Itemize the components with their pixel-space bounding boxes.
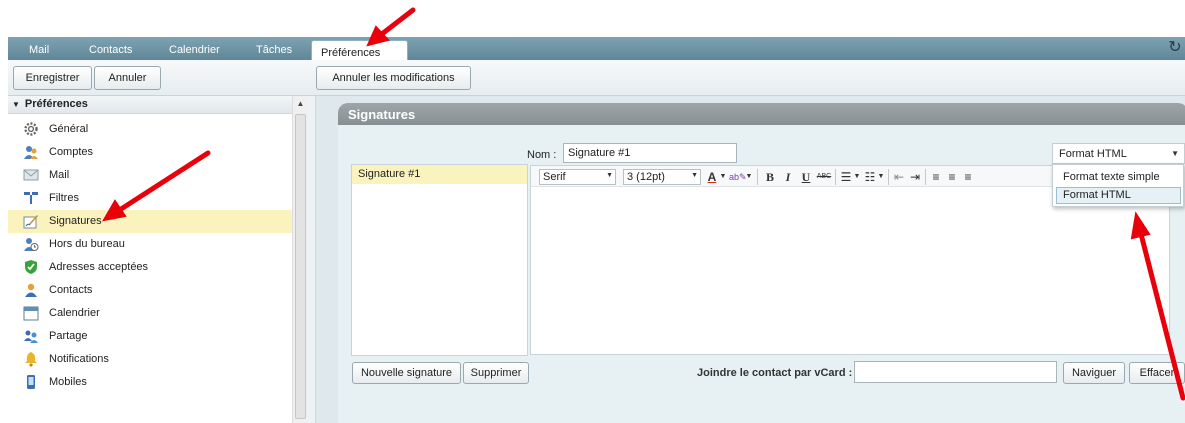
- bell-icon: [25, 352, 37, 367]
- dropdown-arrow-icon: ▼: [1171, 149, 1179, 158]
- signature-icon: [23, 215, 38, 229]
- sidebar-item-mail[interactable]: Mail: [8, 164, 292, 187]
- sidebar-item-label: Partage: [49, 330, 88, 342]
- tab-calendrier[interactable]: Calendrier: [169, 44, 220, 56]
- signature-editor[interactable]: [530, 187, 1170, 355]
- bold-icon[interactable]: B: [763, 169, 777, 185]
- align-right-icon[interactable]: ≡: [961, 169, 975, 185]
- filter-icon: [24, 192, 38, 204]
- sidebar-item-label: Notifications: [49, 353, 109, 365]
- shield-check-icon: [25, 260, 37, 274]
- cancel-button[interactable]: Annuler: [94, 66, 161, 90]
- browse-button[interactable]: Naviguer: [1063, 362, 1125, 384]
- sidebar-header-label: Préférences: [24, 98, 88, 110]
- editor-toolbar: Serif ▼ 3 (12pt) ▼ A ▼ ab✎ ▼ B I U ABC ☰…: [530, 165, 1075, 187]
- sidebar-item-notifications[interactable]: Notifications: [8, 348, 292, 371]
- accounts-icon: [24, 146, 38, 159]
- contact-icon: [25, 283, 37, 297]
- panel-title: Signatures: [338, 103, 1185, 125]
- gear-icon: [24, 122, 38, 136]
- indent-icon[interactable]: ⇥: [908, 169, 922, 185]
- out-of-office-icon: [24, 238, 39, 251]
- dropdown-arrow-icon[interactable]: ▼: [877, 169, 885, 185]
- dropdown-arrow-icon[interactable]: ▼: [745, 169, 753, 185]
- clear-button[interactable]: Effacer: [1129, 362, 1185, 384]
- format-option-html[interactable]: Format HTML: [1056, 187, 1181, 204]
- font-size-value: 3 (12pt): [627, 171, 665, 183]
- save-button[interactable]: Enregistrer: [13, 66, 92, 90]
- format-option-plain-text[interactable]: Format texte simple: [1056, 169, 1181, 186]
- sidebar-item-label: Calendrier: [49, 307, 100, 319]
- numbered-list-icon[interactable]: ☷: [863, 169, 877, 185]
- format-dropdown[interactable]: Format HTML ▼: [1052, 143, 1185, 164]
- vcard-row: Joindre le contact par vCard :: [338, 358, 1185, 388]
- highlight-color-icon[interactable]: ab✎: [729, 169, 747, 185]
- sidebar-item-filtres[interactable]: Filtres: [8, 187, 292, 210]
- dropdown-arrow-icon[interactable]: ▼: [853, 169, 861, 185]
- sidebar-item-label: Général: [49, 123, 89, 135]
- text-color-icon[interactable]: A: [705, 169, 719, 185]
- sidebar-item-signatures[interactable]: Signatures: [8, 210, 292, 233]
- tab-preferences[interactable]: Préférences: [311, 40, 408, 60]
- mail-icon: [23, 169, 39, 181]
- mobile-icon: [27, 375, 35, 389]
- font-family-select[interactable]: Serif ▼: [539, 169, 616, 185]
- align-left-icon[interactable]: ≡: [929, 169, 943, 185]
- underline-icon[interactable]: U: [799, 169, 813, 185]
- signature-list: Signature #1: [351, 164, 528, 356]
- sidebar-item-label: Comptes: [49, 146, 94, 158]
- sidebar-item-contacts[interactable]: Contacts: [8, 279, 292, 302]
- italic-icon[interactable]: I: [781, 169, 795, 185]
- sidebar-item-label: Filtres: [49, 192, 79, 204]
- preferences-sidebar: ▼ Préférences Général Comptes Mail Filtre…: [8, 96, 308, 423]
- tab-mail[interactable]: Mail: [29, 44, 49, 56]
- format-dropdown-menu: Format texte simple Format HTML: [1052, 164, 1184, 207]
- signatures-panel: Signatures Signature #1 Nom : Format HTM…: [316, 96, 1185, 423]
- sharing-icon: [24, 330, 38, 343]
- sidebar-item-mobiles[interactable]: Mobiles: [8, 371, 292, 394]
- calendar-icon: [23, 306, 39, 321]
- collapse-triangle-icon[interactable]: ▼: [12, 100, 20, 109]
- panel-splitter[interactable]: [308, 96, 316, 423]
- scroll-up-arrow-icon[interactable]: ▲: [293, 96, 308, 111]
- name-label: Nom :: [527, 149, 557, 161]
- format-selected-value: Format HTML: [1059, 148, 1127, 160]
- bullet-list-icon[interactable]: ☰: [839, 169, 853, 185]
- undo-changes-button[interactable]: Annuler les modifications: [316, 66, 471, 90]
- sidebar-item-label: Hors du bureau: [49, 238, 125, 250]
- dropdown-arrow-icon: ▼: [691, 172, 698, 179]
- sidebar-item-hors-du-bureau[interactable]: Hors du bureau: [8, 233, 292, 256]
- tab-contacts[interactable]: Contacts: [89, 44, 132, 56]
- signature-name-field[interactable]: [563, 143, 737, 163]
- sidebar-item-label: Contacts: [49, 284, 93, 296]
- strikethrough-icon[interactable]: ABC: [816, 169, 832, 185]
- sidebar-item-calendrier[interactable]: Calendrier: [8, 302, 292, 325]
- sidebar-item-label: Signatures: [49, 215, 102, 227]
- sidebar-item-label: Mobiles: [49, 376, 87, 388]
- dropdown-arrow-icon[interactable]: ▼: [719, 169, 727, 185]
- scrollbar-thumb[interactable]: [295, 114, 306, 419]
- list-item[interactable]: Signature #1: [352, 165, 527, 184]
- sidebar-item-comptes[interactable]: Comptes: [8, 141, 292, 164]
- main-tab-bar: Mail Contacts Calendrier Tâches Préféren…: [8, 37, 1185, 60]
- sidebar-item-partage[interactable]: Partage: [8, 325, 292, 348]
- dropdown-arrow-icon: ▼: [606, 172, 613, 179]
- sidebar-item-label: Adresses acceptées: [49, 261, 149, 273]
- refresh-icon[interactable]: ↻: [1167, 39, 1183, 57]
- toolbar: Enregistrer Annuler Annuler les modifica…: [8, 60, 1185, 96]
- sidebar-header[interactable]: ▼ Préférences: [8, 96, 292, 114]
- sidebar-scrollbar[interactable]: ▲: [292, 96, 308, 423]
- sidebar-item-label: Mail: [49, 169, 70, 181]
- vcard-label: Joindre le contact par vCard :: [697, 367, 853, 379]
- tab-taches[interactable]: Tâches: [256, 44, 292, 56]
- vcard-contact-field[interactable]: [854, 361, 1057, 383]
- outdent-icon[interactable]: ⇤: [892, 169, 906, 185]
- font-size-select[interactable]: 3 (12pt) ▼: [623, 169, 701, 185]
- sidebar-item-adresses-acceptees[interactable]: Adresses acceptées: [8, 256, 292, 279]
- sidebar-item-general[interactable]: Général: [8, 118, 292, 141]
- font-family-value: Serif: [543, 171, 566, 183]
- align-center-icon[interactable]: ≡: [945, 169, 959, 185]
